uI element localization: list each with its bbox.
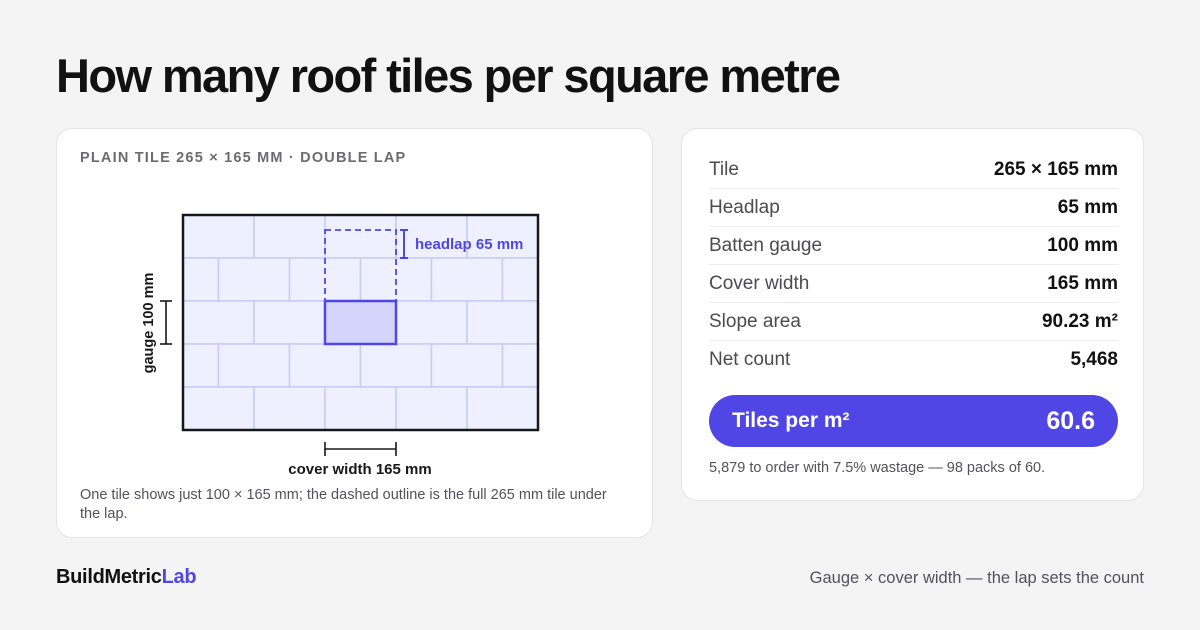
stat-label: Net count xyxy=(709,349,791,370)
stat-row: Slope area 90.23 m² xyxy=(709,303,1118,341)
stat-value: 265 × 165 mm xyxy=(993,158,1118,180)
brand-name-part2: Lab xyxy=(161,566,197,588)
stat-value: 5,468 xyxy=(1070,349,1118,370)
tile-lap-diagram: headlap 65 mm gauge 100 mm cover width 1… xyxy=(141,213,540,478)
result-pill: Tiles per m² 60.6 xyxy=(709,395,1118,447)
brand-name-part1: BuildMetric xyxy=(56,566,162,588)
roof-tile xyxy=(395,300,468,345)
stat-label: Batten gauge xyxy=(709,234,823,256)
roof-tile xyxy=(466,386,538,430)
stat-row: Batten gauge 100 mm xyxy=(709,227,1118,265)
roof-tile xyxy=(253,300,326,345)
stat-row: Cover width 165 mm xyxy=(709,265,1118,303)
diagram-caption: One tile shows just 100 × 165 mm; the da… xyxy=(80,487,607,522)
headlap-label: headlap 65 mm xyxy=(415,236,523,253)
roof-tile xyxy=(324,386,397,430)
roof-tile xyxy=(183,386,255,430)
roof-tile xyxy=(395,386,468,430)
footer-tagline: Gauge × cover width — the lap sets the c… xyxy=(809,569,1144,587)
stat-row: Tile 265 × 165 mm xyxy=(709,151,1118,189)
stat-value: 165 mm xyxy=(1047,272,1118,294)
result-label: Tiles per m² xyxy=(732,409,850,432)
order-note: 5,879 to order with 7.5% wastage — 98 pa… xyxy=(709,460,1046,476)
roof-tile xyxy=(359,343,433,388)
roof-tile xyxy=(183,300,255,345)
roof-tile xyxy=(466,300,538,345)
stat-label: Headlap xyxy=(709,196,780,218)
brand-logo: BuildMetricLab xyxy=(56,566,197,589)
stat-value: 90.23 m² xyxy=(1041,310,1118,332)
stat-label: Cover width xyxy=(709,272,810,294)
cover-width-label: cover width 165 mm xyxy=(288,461,431,478)
visible-tile-highlight xyxy=(323,299,398,346)
stats-list: Tile 265 × 165 mm Headlap 65 mm Batten gauge… xyxy=(709,151,1118,379)
roof-tile xyxy=(217,343,291,388)
stat-label: Tile xyxy=(709,158,739,180)
roof-tile xyxy=(253,386,326,430)
roof-tile xyxy=(430,257,504,302)
tile-diagram-card: PLAIN TILE 265 × 165 MM · DOUBLE LAP hea… xyxy=(56,128,653,538)
roof-tile xyxy=(217,257,291,302)
stat-value: 65 mm xyxy=(1057,196,1118,218)
tile-stats-card: Tile 265 × 165 mm Headlap 65 mm Batten gauge… xyxy=(681,128,1144,501)
gauge-label: gauge 100 mm xyxy=(141,273,157,374)
stat-value: 100 mm xyxy=(1047,234,1118,256)
stat-row: Net count 5,468 xyxy=(709,341,1118,379)
roof-tile xyxy=(288,343,362,388)
roof-tile xyxy=(183,215,255,259)
stat-row: Headlap 65 mm xyxy=(709,189,1118,227)
stat-label: Slope area xyxy=(709,310,801,332)
roof-tile xyxy=(324,215,397,259)
gauge-bracket xyxy=(160,300,172,345)
cover-width-bracket xyxy=(324,442,397,456)
roof-tile xyxy=(253,215,326,259)
result-value: 60.6 xyxy=(1046,406,1095,435)
page-title: How many roof tiles per square metre xyxy=(56,49,841,102)
roof-tile xyxy=(430,343,504,388)
